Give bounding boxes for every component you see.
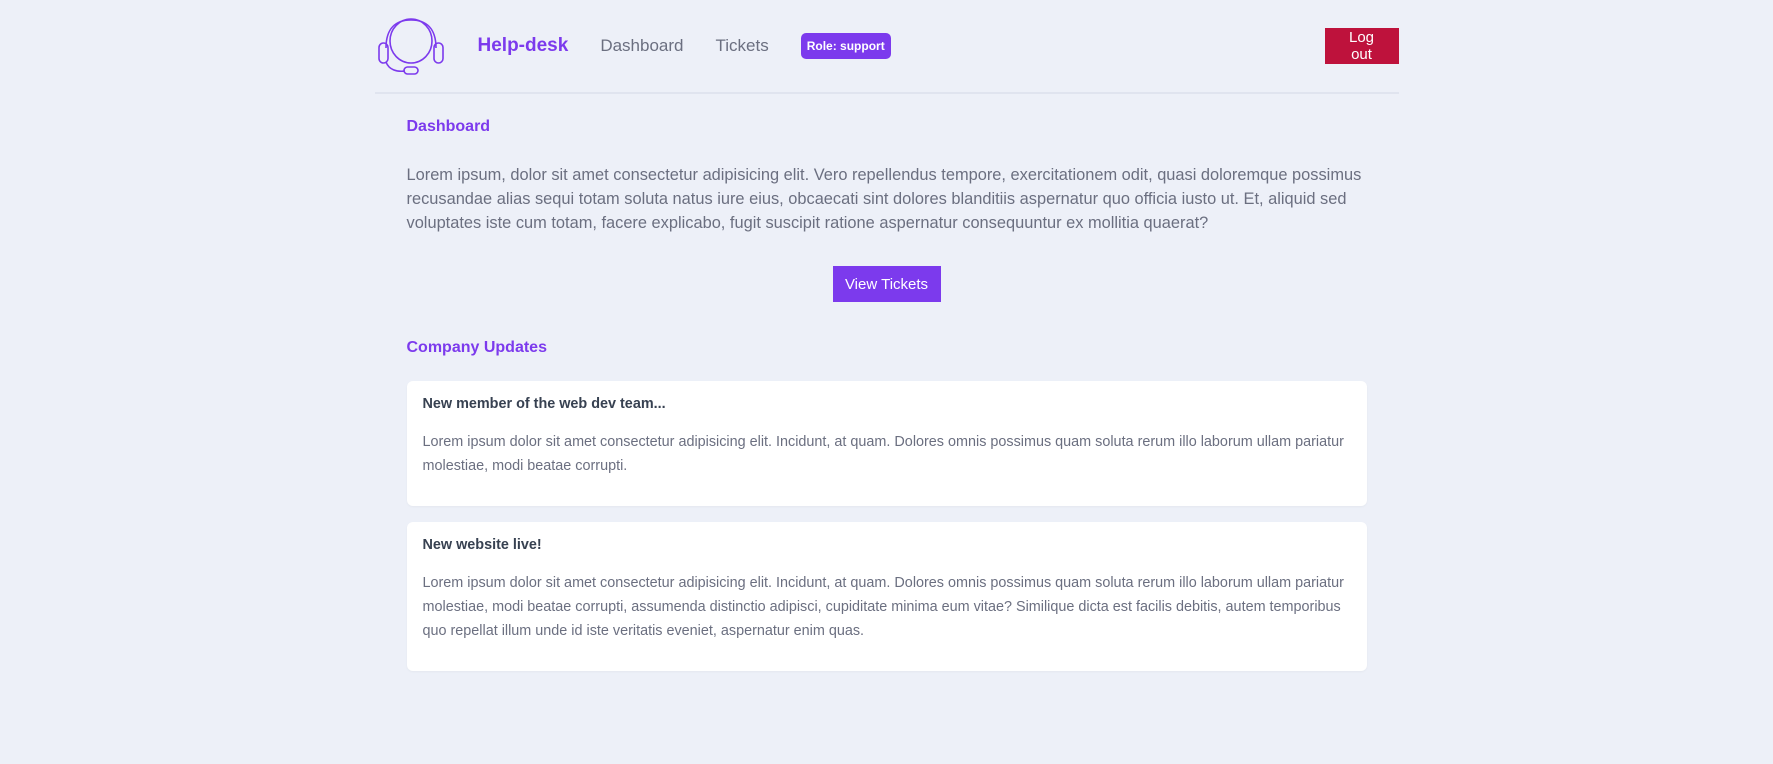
company-updates-title: Company Updates [406, 339, 547, 356]
update-card: New website live! Lorem ipsum dolor sit … [406, 522, 1367, 671]
update-body: Lorem ipsum dolor sit amet consectetur a… [422, 575, 1344, 639]
nav-link-tickets[interactable]: Tickets [715, 36, 768, 56]
update-body: Lorem ipsum dolor sit amet consectetur a… [422, 434, 1344, 474]
intro-text: Lorem ipsum, dolor sit amet consectetur … [406, 166, 1362, 232]
brand-link[interactable]: Help-desk [478, 35, 569, 57]
view-tickets-button[interactable]: View Tickets [832, 266, 941, 302]
update-title: New member of the web dev team... [422, 396, 666, 412]
headset-icon[interactable] [375, 16, 447, 76]
navbar: Help-desk Dashboard Tickets Role: suppor… [374, 0, 1399, 94]
update-title: New website live! [422, 537, 542, 553]
page-title: Dashboard [406, 118, 491, 135]
main-content: Dashboard Lorem ipsum, dolor sit amet co… [375, 118, 1399, 671]
update-card: New member of the web dev team... Lorem … [406, 381, 1367, 506]
role-badge: Role: support [800, 33, 891, 59]
nav-link-dashboard[interactable]: Dashboard [600, 36, 683, 56]
logout-button[interactable]: Log out [1324, 28, 1399, 64]
app-container: Help-desk Dashboard Tickets Role: suppor… [374, 0, 1399, 671]
updates-list: New member of the web dev team... Lorem … [406, 381, 1367, 671]
view-tickets-row: View Tickets [407, 266, 1367, 302]
